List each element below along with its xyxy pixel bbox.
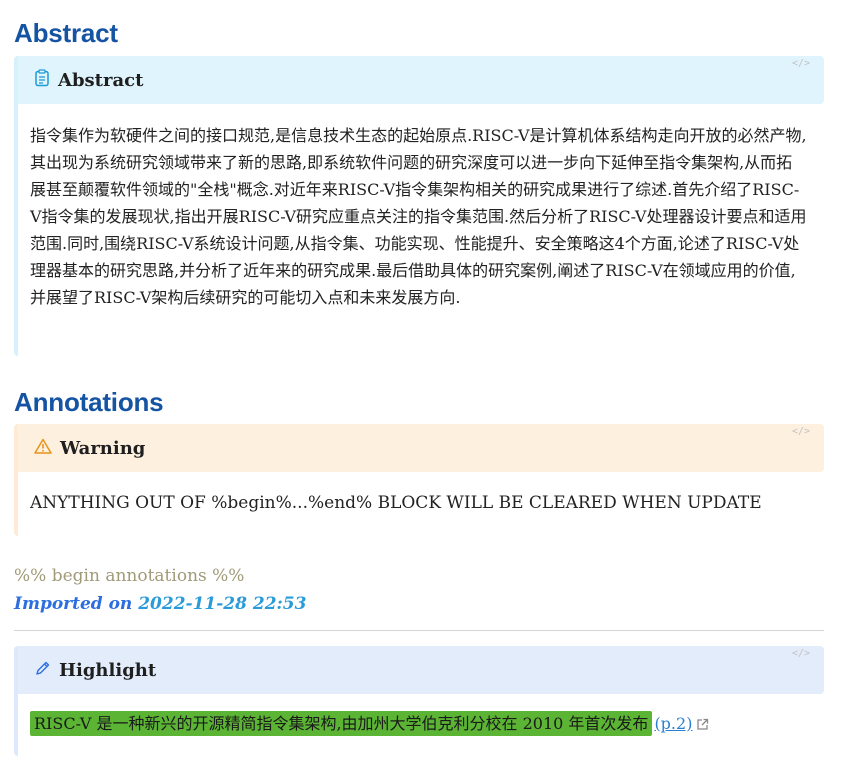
page-link[interactable]: (p.2)	[654, 714, 692, 733]
annotations-heading: Annotations	[14, 387, 164, 417]
highlight-callout-title: Highlight	[59, 659, 157, 681]
imported-label: Imported on	[14, 594, 133, 614]
begin-annotations-marker: %% begin annotations %%	[14, 566, 245, 586]
highlight-callout: Highlight </> RISC-V 是一种新兴的开源精简指令集架构,由加州…	[14, 646, 824, 756]
highlighted-text: RISC-V 是一种新兴的开源精简指令集架构,由加州大学伯克利分校在 2010 …	[30, 711, 653, 736]
warning-callout-header[interactable]: Warning </>	[18, 424, 824, 472]
clipboard-icon	[34, 69, 50, 91]
abstract-text: 指令集作为软硬件之间的接口规范,是信息技术生态的起始原点.RISC-V是计算机体…	[30, 126, 807, 307]
imported-on-line: Imported on 2022-11-28 22:53	[14, 594, 306, 614]
warning-callout: Warning </> ANYTHING OUT OF %begin%...%e…	[14, 424, 824, 536]
warning-callout-title: Warning	[60, 437, 146, 459]
divider	[14, 630, 824, 631]
highlight-body: RISC-V 是一种新兴的开源精简指令集架构,由加州大学伯克利分校在 2010 …	[18, 694, 824, 753]
imported-date: 2022-11-28 22:53	[138, 594, 307, 614]
highlight-callout-header[interactable]: Highlight </>	[18, 646, 824, 694]
code-view-icon[interactable]: </>	[792, 58, 810, 69]
abstract-heading: Abstract	[14, 18, 118, 48]
warning-text: ANYTHING OUT OF %begin%...%end% BLOCK WI…	[30, 493, 762, 513]
warning-icon	[34, 438, 52, 458]
abstract-callout: Abstract </> 指令集作为软硬件之间的接口规范,是信息技术生态的起始原…	[14, 56, 824, 356]
pencil-icon	[34, 660, 51, 681]
code-view-icon[interactable]: </>	[792, 648, 810, 659]
external-link-icon[interactable]	[696, 712, 709, 739]
abstract-callout-title: Abstract	[58, 69, 144, 91]
code-view-icon[interactable]: </>	[792, 426, 810, 437]
abstract-callout-header[interactable]: Abstract </>	[18, 56, 824, 104]
